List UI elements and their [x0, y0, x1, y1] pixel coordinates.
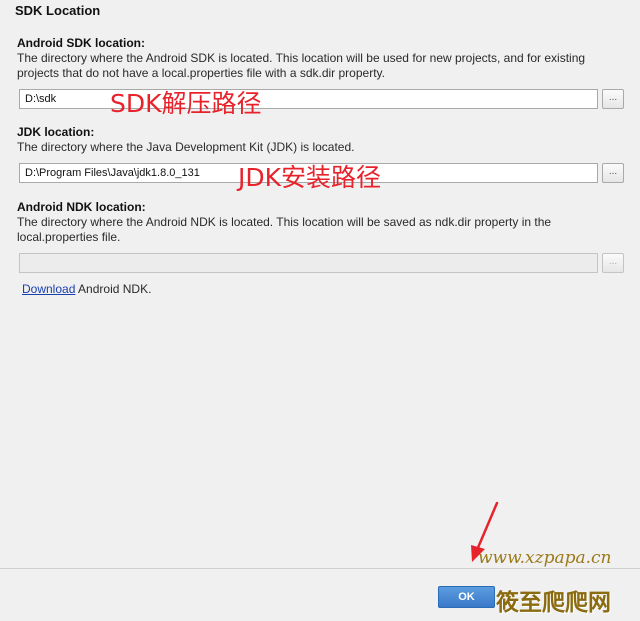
download-ndk-line: Download Android NDK.	[22, 282, 151, 296]
ok-button[interactable]: OK	[438, 586, 495, 608]
android-ndk-path-field	[19, 253, 598, 273]
download-ndk-suffix: Android NDK.	[75, 282, 152, 296]
watermark-url: www.xzpapa.cn	[478, 548, 612, 568]
android-ndk-title: Android NDK location:	[17, 200, 146, 214]
jdk-description: The directory where the Java Development…	[17, 140, 355, 154]
android-ndk-description: The directory where the Android NDK is l…	[17, 215, 552, 244]
watermark-logo: 筱至爬爬网	[496, 590, 611, 616]
android-sdk-description: The directory where the Android SDK is l…	[17, 51, 586, 80]
android-sdk-path-field[interactable]: D:\sdk	[19, 89, 598, 109]
jdk-path-annotation: JDK安装路径	[238, 163, 382, 192]
sdk-path-annotation: SDK解压路径	[110, 89, 262, 118]
footer-separator	[0, 568, 640, 569]
android-sdk-browse-button[interactable]: ...	[602, 89, 624, 109]
jdk-browse-button[interactable]: ...	[602, 163, 624, 183]
jdk-title: JDK location:	[17, 125, 95, 139]
android-ndk-browse-button: ...	[602, 253, 624, 273]
android-sdk-title: Android SDK location:	[17, 36, 145, 50]
window-title: SDK Location	[15, 3, 101, 18]
download-ndk-link[interactable]: Download	[22, 282, 75, 296]
